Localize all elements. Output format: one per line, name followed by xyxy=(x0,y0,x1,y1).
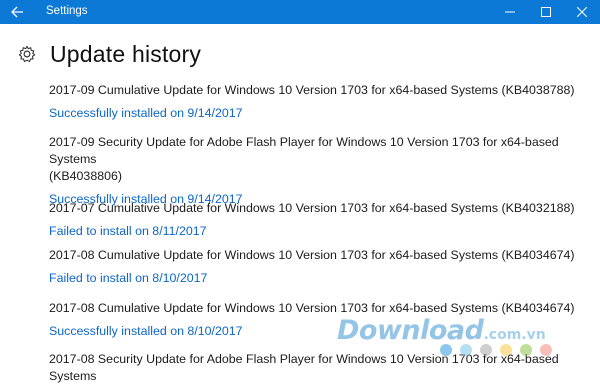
update-entry: 2017-09 Cumulative Update for Windows 10… xyxy=(49,82,575,122)
watermark-brand: Download xyxy=(337,315,484,346)
watermark-dots xyxy=(440,344,552,356)
update-name: 2017-08 Security Update for Adobe Flash … xyxy=(49,352,559,383)
update-name: 2017-07 Cumulative Update for Windows 10… xyxy=(49,201,575,215)
watermark-dot xyxy=(520,344,532,356)
update-status-link[interactable]: Successfully installed on 9/14/2017 xyxy=(49,105,575,122)
gear-icon xyxy=(18,45,36,63)
title-bar: Settings xyxy=(0,0,600,24)
update-entry: 2017-07 Cumulative Update for Windows 10… xyxy=(49,200,575,240)
window-title: Settings xyxy=(46,5,88,17)
watermark-dot xyxy=(540,344,552,356)
minimize-button[interactable] xyxy=(492,0,528,24)
update-entry: 2017-08 Cumulative Update for Windows 10… xyxy=(49,247,575,287)
watermark-suffix: .com.vn xyxy=(483,327,546,343)
update-entry: 2017-09 Security Update for Adobe Flash … xyxy=(49,134,589,208)
watermark-dot xyxy=(480,344,492,356)
watermark-logo: Download.com.vn xyxy=(337,315,546,346)
close-icon xyxy=(577,7,587,17)
update-name-continuation: (KB4038806) xyxy=(49,169,123,183)
back-arrow-icon xyxy=(10,6,23,18)
watermark-dot xyxy=(440,344,452,356)
update-status-link[interactable]: Failed to install on 8/10/2017 xyxy=(49,270,575,287)
maximize-icon xyxy=(541,7,551,17)
close-button[interactable] xyxy=(564,0,600,24)
update-status-link[interactable]: Failed to install on 8/11/2017 xyxy=(49,223,575,240)
update-name: 2017-08 Cumulative Update for Windows 10… xyxy=(49,248,575,262)
update-name: 2017-09 Cumulative Update for Windows 10… xyxy=(49,83,575,97)
minimize-icon xyxy=(505,11,515,13)
page-header: Update history xyxy=(18,38,201,70)
update-name: 2017-09 Security Update for Adobe Flash … xyxy=(49,135,559,166)
page-title: Update history xyxy=(50,40,202,67)
watermark-dot xyxy=(500,344,512,356)
watermark-dot xyxy=(460,344,472,356)
back-button[interactable] xyxy=(0,0,34,24)
update-entry: 2017-08 Security Update for Adobe Flash … xyxy=(49,351,589,385)
maximize-button[interactable] xyxy=(528,0,564,24)
